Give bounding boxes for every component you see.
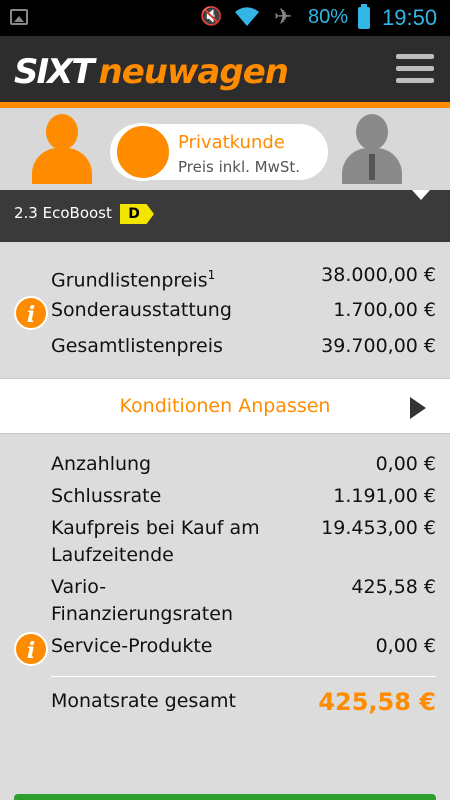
airplane-icon: ✈ <box>274 5 293 30</box>
total-value: 425,58 € <box>318 688 436 716</box>
adjust-conditions-button[interactable]: Konditionen Anpassen <box>0 378 450 434</box>
sixt-neuwagen-logo[interactable]: SIXT neuwagen <box>14 50 289 94</box>
finance-value: 425,58 € <box>351 576 436 598</box>
play-arrow-icon <box>410 397 426 419</box>
customer-type-toggle[interactable]: Privatkunde Preis inkl. MwSt. <box>110 123 328 181</box>
finance-label: Service-Produkte <box>51 635 213 657</box>
battery-icon <box>358 4 370 29</box>
finance-label: Kaufpreis bei Kauf am Laufzeitende <box>51 517 260 566</box>
price-value: 38.000,00 € <box>321 264 436 286</box>
green-action-button[interactable] <box>14 794 436 800</box>
finance-row: Service-Produkte 0,00 € <box>51 633 436 660</box>
finance-row: Vario-Finanzierungsraten 425,58 € <box>51 574 436 628</box>
customer-type-subtitle: Preis inkl. MwSt. <box>178 158 301 176</box>
status-bar: 🔇 ✈ 80% 19:50 <box>0 0 450 36</box>
finance-label: Vario-Finanzierungsraten <box>51 576 233 625</box>
divider <box>51 676 436 677</box>
price-value: 39.700,00 € <box>321 335 436 357</box>
image-notification-icon <box>10 9 28 25</box>
finance-value: 0,00 € <box>375 635 436 657</box>
price-row: Grundlistenpreis1 38.000,00 € <box>51 262 436 294</box>
footnote-marker: 1 <box>207 268 216 282</box>
toggle-knob <box>114 123 172 181</box>
total-label: Monatsrate gesamt <box>51 690 236 712</box>
price-label: Grundlistenpreis <box>51 269 208 292</box>
wifi-icon <box>235 7 259 26</box>
mute-icon: 🔇 <box>200 6 223 27</box>
energy-class-badge: D <box>120 204 154 224</box>
price-label: Sonderausstattung <box>51 299 232 321</box>
finance-row: Kaufpreis bei Kauf am Laufzeitende 19.45… <box>51 515 436 569</box>
price-row: Sonderausstattung 1.700,00 € <box>51 297 436 324</box>
price-row: Gesamtlistenpreis 39.700,00 € <box>51 333 436 360</box>
engine-label: 2.3 EcoBoost <box>14 204 112 222</box>
monthly-total: Monatsrate gesamt 425,58 € <box>51 688 436 716</box>
business-customer-icon[interactable] <box>340 114 404 184</box>
price-value: 1.700,00 € <box>333 299 436 321</box>
info-icon[interactable]: i <box>14 632 48 666</box>
finance-value: 1.191,00 € <box>333 485 436 507</box>
finance-label: Anzahlung <box>51 453 152 475</box>
battery-percent: 80% <box>308 6 349 28</box>
finance-row: Anzahlung 0,00 € <box>51 451 436 478</box>
finance-value: 0,00 € <box>375 453 436 475</box>
adjust-conditions-label: Konditionen Anpassen <box>119 395 331 417</box>
dropdown-caret-icon[interactable] <box>412 190 430 200</box>
model-bar[interactable]: 2.3 EcoBoost D <box>0 190 450 242</box>
customer-type-title: Privatkunde <box>178 132 285 153</box>
app-header: SIXT neuwagen <box>0 36 450 108</box>
hamburger-menu-icon[interactable] <box>396 54 434 88</box>
clock: 19:50 <box>382 5 438 30</box>
finance-label: Schlussrate <box>51 485 162 507</box>
finance-value: 19.453,00 € <box>321 517 436 539</box>
info-icon[interactable]: i <box>14 296 48 330</box>
price-label: Gesamtlistenpreis <box>51 335 223 357</box>
private-customer-icon[interactable] <box>30 114 94 184</box>
finance-row: Schlussrate 1.191,00 € <box>51 483 436 510</box>
